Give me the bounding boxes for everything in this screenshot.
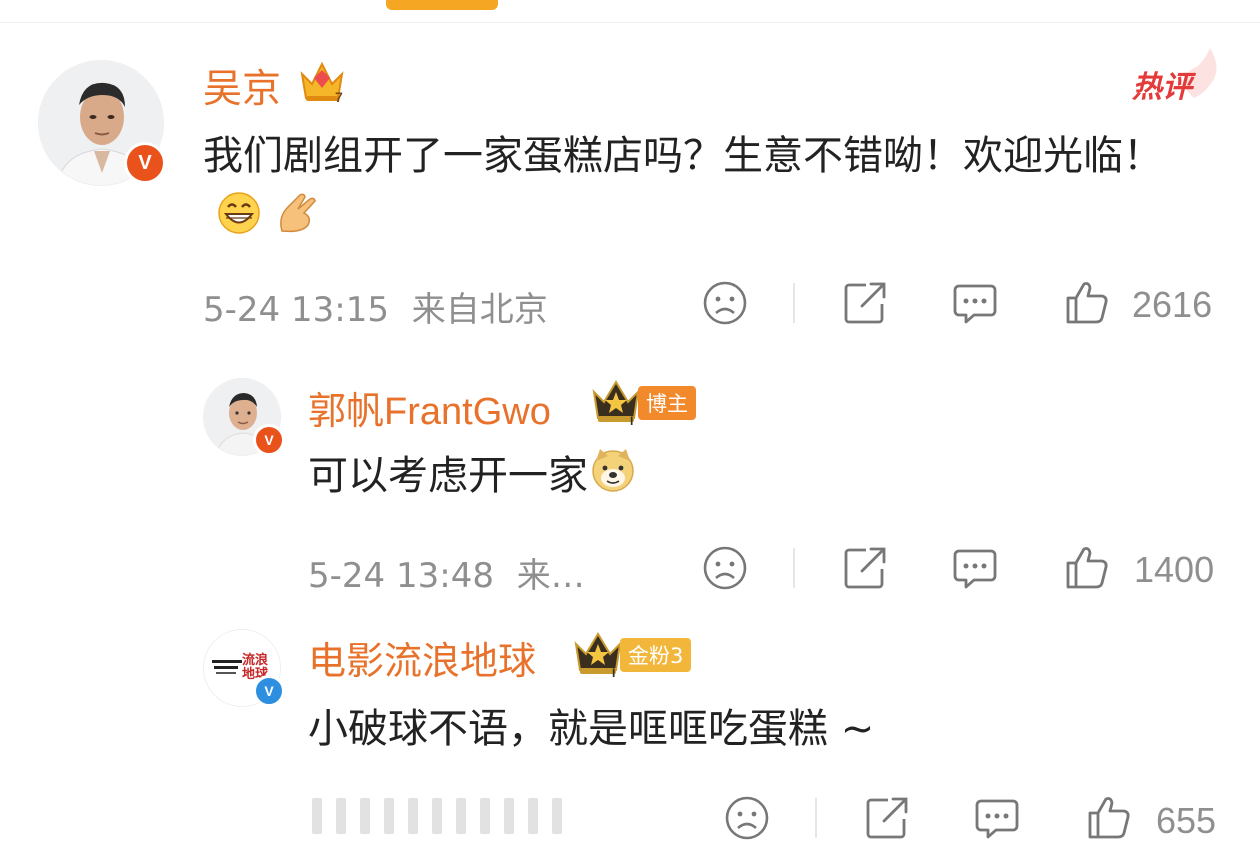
comment-text: 我们剧组开了一家蛋糕店吗？生意不错呦！欢迎光临！ xyxy=(203,124,1203,254)
thumbs-up-icon xyxy=(1066,282,1108,324)
comment-author[interactable]: 电影流浪地球 xyxy=(308,630,536,685)
verified-badge-icon: V xyxy=(124,142,166,184)
thumbs-up-icon xyxy=(1066,547,1108,589)
comment-meta: 5-24 13:48 来… xyxy=(308,548,585,597)
share-button[interactable] xyxy=(864,795,910,841)
comment-date: 5-24 13:15 xyxy=(203,290,389,330)
clap-hands-emoji-icon xyxy=(274,190,320,254)
like-count: 655 xyxy=(1156,800,1217,841)
hot-comment-label: 热评 xyxy=(1132,70,1192,105)
comment-text: 可以考虑开一家 xyxy=(308,446,1208,510)
like-count: 1400 xyxy=(1134,549,1215,590)
comment-location: 来自北京 xyxy=(411,290,548,330)
dislike-button[interactable] xyxy=(702,280,748,326)
author-tag-badge: 博主 xyxy=(638,386,696,420)
action-divider xyxy=(815,798,817,838)
share-icon xyxy=(866,797,908,839)
like-button[interactable] xyxy=(1062,278,1110,326)
comment-body: 可以考虑开一家 xyxy=(308,453,588,499)
sad-face-icon xyxy=(703,546,747,590)
action-divider xyxy=(793,283,795,323)
like-count: 2616 xyxy=(1132,284,1213,325)
svg-text:I: I xyxy=(630,414,633,426)
comment-location: 来… xyxy=(516,556,585,596)
dislike-button[interactable] xyxy=(702,545,748,591)
active-tab-indicator xyxy=(386,0,498,10)
sad-face-icon xyxy=(725,796,769,840)
action-divider xyxy=(793,548,795,588)
reply-button[interactable] xyxy=(952,545,998,591)
share-icon xyxy=(844,282,886,324)
avatar-guofan[interactable]: V xyxy=(203,378,285,456)
comment-bubble-icon xyxy=(953,284,997,324)
share-icon xyxy=(844,547,886,589)
fan-crown-icon: I xyxy=(590,378,642,430)
comment-bubble-icon xyxy=(953,549,997,589)
avatar-wandering-earth[interactable]: 流浪地球 V xyxy=(203,629,285,707)
fan-crown-icon: I xyxy=(572,630,624,682)
like-button[interactable] xyxy=(1084,793,1132,841)
like-button[interactable] xyxy=(1062,543,1110,591)
comment-date: 5-24 13:48 xyxy=(308,556,494,596)
grin-emoji-icon xyxy=(217,190,261,254)
fan-level-badge: 金粉3 xyxy=(620,638,692,672)
sad-face-icon xyxy=(703,281,747,325)
verified-badge-icon: V xyxy=(253,675,285,707)
top-tab-bar xyxy=(0,0,1260,23)
reply-button[interactable] xyxy=(952,280,998,326)
comment-body: 小破球不语，就是哐哐吃蛋糕 ~ xyxy=(308,706,875,752)
comment-author[interactable]: 吴京 xyxy=(203,58,281,114)
share-button[interactable] xyxy=(842,545,888,591)
diamond-crown-icon: 7 xyxy=(297,58,347,108)
svg-text:I: I xyxy=(612,666,615,678)
avatar-wujing[interactable]: V xyxy=(38,60,166,186)
dislike-button[interactable] xyxy=(724,795,770,841)
comment-meta-obscured xyxy=(312,798,562,834)
comment-text: 小破球不语，就是哐哐吃蛋糕 ~ xyxy=(308,700,1208,758)
doge-emoji-icon xyxy=(590,447,636,510)
hot-comment-badge: 热评 xyxy=(1132,48,1222,105)
comment-body: 我们剧组开了一家蛋糕店吗？生意不错呦！欢迎光临！ xyxy=(203,133,1163,179)
comment-bubble-icon xyxy=(975,799,1019,839)
share-button[interactable] xyxy=(842,280,888,326)
comment-meta: 5-24 13:15 来自北京 xyxy=(203,282,548,331)
comment-author[interactable]: 郭帆FrantGwo xyxy=(308,380,551,435)
reply-button[interactable] xyxy=(974,795,1020,841)
svg-text:7: 7 xyxy=(335,89,343,104)
verified-badge-icon: V xyxy=(253,424,285,456)
thumbs-up-icon xyxy=(1088,797,1130,839)
